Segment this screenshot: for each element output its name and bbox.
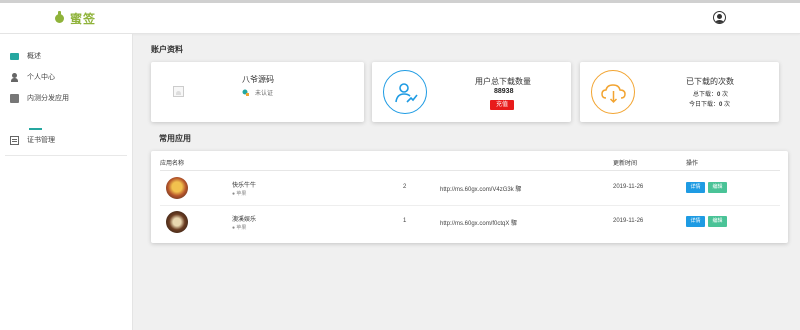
used-downloads-title: 已下载的次数 <box>686 77 734 86</box>
avatar-placeholder-icon <box>173 86 184 97</box>
profile-name: 八爷源码 <box>242 75 274 84</box>
app-url-text: http://ms.60gx.com/f0ctqX <box>440 221 510 227</box>
monitor-icon <box>10 53 19 60</box>
app-url[interactable]: http://ms.60gx.com/V4zG3k 驟 <box>440 184 521 193</box>
account-section-title: 账户资料 <box>151 45 183 54</box>
app-updated-date: 2019-11-26 <box>613 184 644 190</box>
app-icon[interactable] <box>166 211 188 233</box>
sidebar-item-beta-apps[interactable]: 内测分发应用 <box>10 93 69 103</box>
top-bar: 蜜签 <box>0 0 800 34</box>
cloud-download-icon <box>591 70 635 114</box>
app-download-count: 2 <box>403 184 407 190</box>
sidebar-item-label: 证书管理 <box>27 137 55 144</box>
downloads-title: 用户总下载数量 <box>475 77 531 86</box>
column-header-actions: 操作 <box>686 161 699 167</box>
column-header-updated: 更新时间 <box>613 161 638 167</box>
app-url-text: http://ms.60gx.com/V4zG3k <box>440 187 514 193</box>
app-url-suffix: 驟 <box>515 187 522 193</box>
verify-status[interactable]: 未认证 <box>242 88 273 97</box>
sidebar-item-certificates[interactable]: 证书管理 <box>10 135 55 145</box>
logo[interactable]: 蜜签 <box>55 10 96 27</box>
table-row-divider <box>160 205 780 206</box>
total-downloads: 总下载：0 次 <box>693 89 728 98</box>
top-border <box>0 0 800 3</box>
app-platform: ● 苹果 <box>232 190 246 197</box>
app-platform-label: 苹果 <box>236 191 247 197</box>
apps-table: 应用名称 更新时间 操作 快乐牛牛 ● 苹果 2 http://ms.60gx.… <box>151 151 788 243</box>
app-url-suffix: 驟 <box>511 221 518 227</box>
today-downloads-value: 0 <box>719 102 723 108</box>
verify-icon <box>242 89 249 96</box>
app-name[interactable]: 快乐牛牛 <box>232 180 256 189</box>
today-downloads-label: 今日下载： <box>689 102 720 108</box>
today-downloads-unit: 次 <box>724 102 731 108</box>
sidebar: 概述 个人中心 内测分发应用 证书管理 <box>0 34 133 330</box>
user-icon <box>10 72 19 82</box>
box-icon <box>10 93 19 103</box>
sidebar-divider <box>5 155 127 156</box>
sidebar-item-label: 个人中心 <box>27 74 55 81</box>
app-url[interactable]: http://ms.60gx.com/f0ctqX 驟 <box>440 218 517 227</box>
total-downloads-value: 0 <box>717 92 721 98</box>
table-header-divider <box>160 170 780 171</box>
app-platform: ● 苹果 <box>232 224 246 231</box>
app-updated-date: 2019-11-26 <box>613 218 644 224</box>
certificate-icon <box>10 135 19 145</box>
total-downloads-label: 总下载： <box>693 92 718 98</box>
verify-status-label: 未认证 <box>255 91 274 97</box>
today-downloads: 今日下载：0 次 <box>689 99 730 108</box>
user-avatar-icon[interactable] <box>713 11 726 24</box>
app-platform-label: 苹果 <box>236 225 247 231</box>
apple-logo-icon <box>55 11 64 23</box>
downloads-card: 用户总下载数量 88938 充值 <box>372 62 571 122</box>
app-download-count: 1 <box>403 218 407 224</box>
detail-button[interactable]: 详情 <box>686 182 705 193</box>
downloads-value: 88938 <box>494 88 514 95</box>
logo-text: 蜜签 <box>70 12 97 26</box>
recharge-button[interactable]: 充值 <box>490 100 515 110</box>
used-downloads-card: 已下载的次数 总下载：0 次 今日下载：0 次 <box>580 62 779 122</box>
sidebar-item-label: 内测分发应用 <box>27 95 69 102</box>
edit-button[interactable]: 编辑 <box>708 182 727 193</box>
column-header-name: 应用名称 <box>160 161 185 167</box>
sidebar-item-label: 概述 <box>27 53 41 60</box>
app-name[interactable]: 澳溪娱乐 <box>232 214 256 223</box>
download-stats-icon <box>383 70 427 114</box>
apps-section-title: 常用应用 <box>159 134 191 143</box>
sidebar-item-profile[interactable]: 个人中心 <box>10 72 55 82</box>
edit-button[interactable]: 编辑 <box>708 216 727 227</box>
total-downloads-unit: 次 <box>722 92 729 98</box>
sidebar-item-overview[interactable]: 概述 <box>10 51 41 61</box>
app-icon[interactable] <box>166 177 188 199</box>
profile-card: 八爷源码 未认证 <box>151 62 364 122</box>
detail-button[interactable]: 详情 <box>686 216 705 227</box>
sidebar-active-marker <box>29 128 42 130</box>
